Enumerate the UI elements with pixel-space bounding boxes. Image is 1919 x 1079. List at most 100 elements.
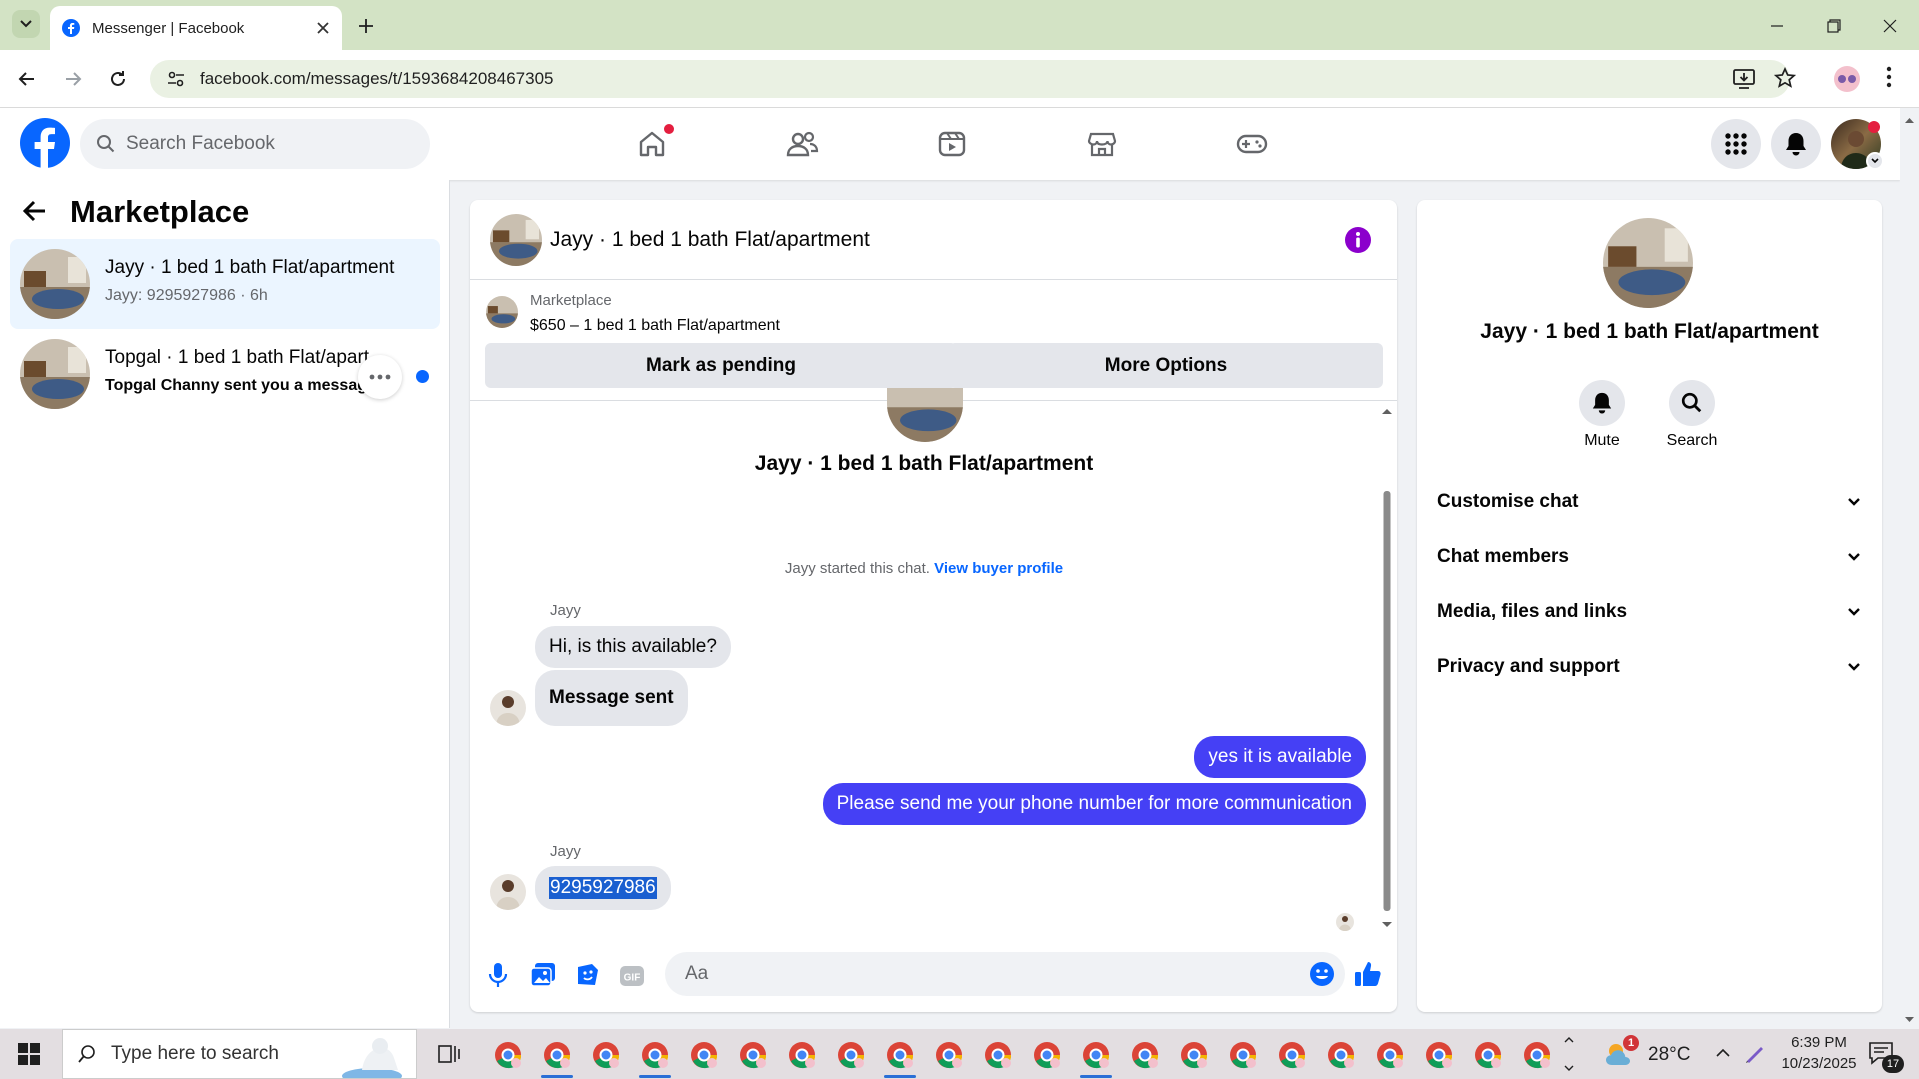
gaming-icon [1236,134,1268,154]
chrome-taskbar-icon[interactable] [935,1041,963,1069]
message-bubble-sent[interactable]: yes it is available [1194,736,1366,778]
restore-button[interactable] [1814,12,1854,40]
pen-menu-button[interactable] [1744,1042,1766,1064]
browser-tab[interactable]: Messenger | Facebook [50,6,342,50]
mute-button[interactable] [1579,380,1625,426]
mark-as-pending-button[interactable]: Mark as pending [485,343,957,388]
chrome-taskbar-icon[interactable] [1229,1041,1257,1069]
send-like-button[interactable] [1354,960,1382,988]
sticker-icon [578,964,598,985]
search-in-conversation-button[interactable] [1669,380,1715,426]
chrome-taskbar-icon[interactable] [690,1041,718,1069]
chrome-taskbar-icon[interactable] [1474,1041,1502,1069]
chrome-taskbar-icon[interactable] [494,1041,522,1069]
emoji-icon[interactable] [1309,961,1335,987]
conversation-item[interactable]: Jayy · 1 bed 1 bath Flat/apartment Jayy:… [10,239,440,329]
taskbar-overflow-arrows[interactable] [1563,1034,1575,1074]
message-bubble[interactable]: Message sent [535,670,688,726]
browser-menu-button[interactable] [1886,66,1892,88]
address-bar[interactable]: facebook.com/messages/t/1593684208467305 [150,60,1790,98]
attach-photo-button[interactable] [530,962,556,988]
more-options-button[interactable]: More Options [949,343,1383,388]
account-dropdown[interactable] [1866,152,1884,170]
chrome-taskbar-icon[interactable] [1033,1041,1061,1069]
taskbar-search-box[interactable]: Type here to search [62,1029,417,1079]
chrome-taskbar-icon[interactable] [1425,1041,1453,1069]
customise-chat-row[interactable]: Customise chat [1437,480,1862,524]
chrome-taskbar-icon[interactable] [886,1041,914,1069]
site-info-icon[interactable] [166,69,186,89]
chat-avatar[interactable] [490,214,542,266]
sender-avatar[interactable] [490,874,526,910]
clock[interactable]: 6:39 PM 10/23/2025 [1774,1034,1864,1072]
sender-avatar[interactable] [490,690,526,726]
forward-button[interactable] [56,62,90,96]
message-bubble[interactable]: 9295927986 [535,866,671,910]
chrome-taskbar-icon[interactable] [543,1041,571,1069]
facebook-logo[interactable] [20,118,70,168]
chrome-taskbar-icon[interactable] [1180,1041,1208,1069]
chrome-taskbar-icon[interactable] [1131,1041,1159,1069]
more-vertical-icon [1886,66,1892,88]
privacy-support-row[interactable]: Privacy and support [1437,645,1862,689]
selected-text[interactable]: 9295927986 [549,877,657,899]
conversation-preview: Topgal Channy sent you a messag... [105,377,375,394]
gif-button[interactable]: GIF [619,965,645,987]
message-input[interactable]: Aa [665,952,1345,996]
chat-scrollbar[interactable] [1378,403,1396,933]
start-button[interactable] [18,1043,40,1065]
chrome-taskbar-icon[interactable] [739,1041,767,1069]
menu-button[interactable] [1711,119,1761,169]
facebook-search-input[interactable]: Search Facebook [80,119,430,169]
install-app-button[interactable] [1732,68,1756,90]
sticker-button[interactable] [575,962,601,988]
chrome-taskbar-icon[interactable] [788,1041,816,1069]
chat-started-note: Jayy started this chat. View buyer profi… [470,560,1378,577]
chat-title[interactable]: Jayy · 1 bed 1 bath Flat/apartment [550,228,870,252]
back-to-chats-button[interactable] [22,198,48,224]
minimize-button[interactable] [1757,12,1797,40]
chrome-taskbar-icon[interactable] [984,1041,1012,1069]
listing-price[interactable]: $650 – 1 bed 1 bath Flat/apartment [530,317,780,335]
thumbs-up-icon [1355,962,1381,986]
nav-gaming[interactable] [1222,124,1282,164]
chrome-taskbar-icon[interactable] [1278,1041,1306,1069]
reload-button[interactable] [101,62,135,96]
chat-members-row[interactable]: Chat members [1437,535,1862,579]
media-files-links-row[interactable]: Media, files and links [1437,590,1862,634]
chrome-taskbar-icon[interactable] [1327,1041,1355,1069]
chrome-taskbar-icon[interactable] [592,1041,620,1069]
chat-info-button[interactable] [1344,226,1372,254]
listing-label: Marketplace [530,292,612,309]
close-window-button[interactable] [1870,12,1910,40]
message-bubble[interactable]: Hi, is this available? [535,626,731,668]
message-input-placeholder: Aa [685,963,709,984]
page-scrollbar[interactable] [1900,108,1919,1029]
task-view-button[interactable] [437,1043,461,1065]
nav-marketplace[interactable] [1072,124,1132,164]
profile-button[interactable] [1834,66,1860,92]
chrome-taskbar-icon[interactable] [641,1041,669,1069]
message-bubble-sent[interactable]: Please send me your phone number for mor… [822,783,1366,825]
tab-search-button[interactable] [12,10,40,38]
nav-friends[interactable] [772,124,832,164]
conversation-item[interactable]: Topgal · 1 bed 1 bath Flat/apart Topgal … [10,329,440,419]
bookmark-button[interactable] [1774,67,1796,89]
nav-video[interactable] [922,124,982,164]
temperature[interactable]: 28°C [1648,1044,1690,1066]
chrome-taskbar-icon[interactable] [1376,1041,1404,1069]
listing-thumbnail [20,339,90,409]
nav-home[interactable] [622,124,682,164]
show-hidden-icons[interactable] [1714,1044,1732,1062]
voice-clip-button[interactable] [488,962,508,988]
view-buyer-profile-link[interactable]: View buyer profile [934,560,1063,577]
chrome-taskbar-icon[interactable] [1082,1041,1110,1069]
notifications-button[interactable] [1771,119,1821,169]
conversation-title: Jayy · 1 bed 1 bath Flat/apartment [105,257,395,278]
chrome-taskbar-icon[interactable] [837,1041,865,1069]
close-tab-icon[interactable] [316,21,330,35]
chrome-taskbar-icon[interactable] [1523,1041,1551,1069]
new-tab-button[interactable] [352,12,380,40]
conversation-options-button[interactable] [358,355,402,399]
back-button[interactable] [10,62,44,96]
